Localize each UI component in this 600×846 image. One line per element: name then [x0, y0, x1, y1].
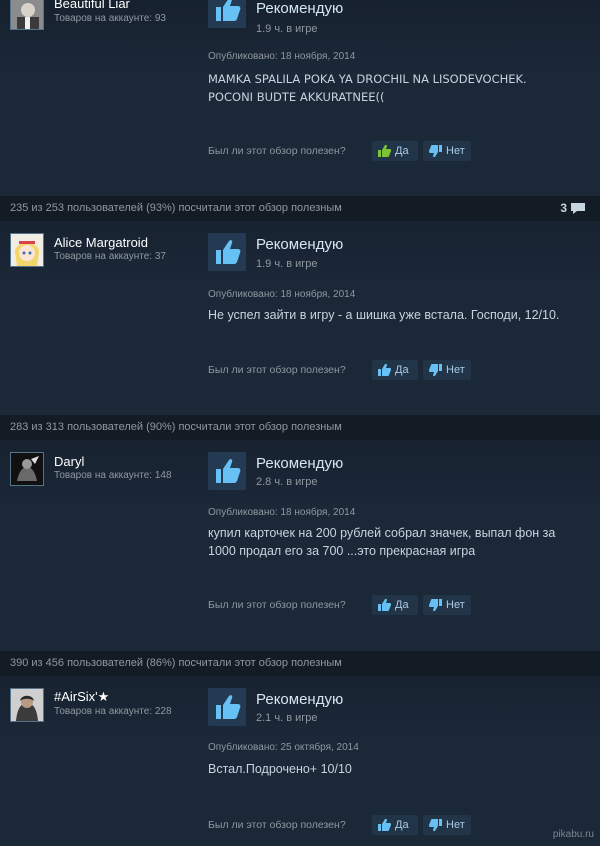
helpful-question: Был ли этот обзор полезен? [208, 364, 346, 376]
helpful-count: 390 из 456 пользователей (86%) посчитали… [10, 657, 342, 669]
thumbs-up-icon [378, 599, 391, 611]
vote-no-button[interactable]: Нет [423, 141, 471, 161]
author-name[interactable]: Daryl [54, 454, 84, 469]
posted-date: Опубликовано: 18 ноября, 2014 [208, 507, 356, 518]
vote-no-label: Нет [446, 364, 465, 376]
helpful-count: 283 из 313 пользователей (90%) посчитали… [10, 421, 342, 433]
review-text: MAMKA SPALILA POKA YA DROCHIL NA LISODEV… [208, 72, 527, 104]
review-text: Встал.Подрочено+ 10/10 [208, 762, 352, 776]
verdict: Рекомендую [256, 236, 344, 253]
verdict: Рекомендую [256, 0, 344, 17]
author-name[interactable]: Alice Margatroid [54, 235, 148, 250]
verdict: Рекомендую [256, 691, 344, 708]
posted-date: Опубликовано: 18 ноября, 2014 [208, 289, 356, 300]
thumbs-down-icon [429, 364, 442, 376]
thumbs-down-icon [429, 599, 442, 611]
vote-yes-label: Да [395, 145, 409, 157]
vote-yes-label: Да [395, 599, 409, 611]
review-header: 235 из 253 пользователей (93%) посчитали… [0, 196, 600, 221]
hours-played: 2.1 ч. в игре [256, 712, 318, 724]
review-text: Не успел зайти в игру - а шишка уже вста… [208, 308, 560, 322]
helpful-question: Был ли этот обзор полезен? [208, 599, 346, 611]
avatar[interactable] [10, 688, 44, 722]
products-count: Товаров на аккаунте: 93 [54, 13, 166, 24]
vote-no-label: Нет [446, 599, 465, 611]
review-card: Beautiful Liar Товаров на аккаунте: 93 Р… [0, 0, 600, 180]
vote-yes-button[interactable]: Да [372, 595, 418, 615]
hours-played: 1.9 ч. в игре [256, 23, 318, 35]
vote-yes-button[interactable]: Да [372, 815, 418, 835]
thumbs-up-icon [208, 452, 246, 490]
review-card: 235 из 253 пользователей (93%) посчитали… [0, 196, 600, 394]
vote-yes-label: Да [395, 364, 409, 376]
vote-no-button[interactable]: Нет [423, 595, 471, 615]
helpful-question: Был ли этот обзор полезен? [208, 819, 346, 831]
avatar[interactable] [10, 233, 44, 267]
author-name[interactable]: Beautiful Liar [54, 0, 130, 11]
vote-no-button[interactable]: Нет [423, 815, 471, 835]
vote-yes-button[interactable]: Да [372, 360, 418, 380]
verdict: Рекомендую [256, 455, 344, 472]
avatar[interactable] [10, 452, 44, 486]
vote-no-label: Нет [446, 145, 465, 157]
thumbs-up-icon [208, 688, 246, 726]
thumbs-down-icon [429, 819, 442, 831]
helpful-count: 235 из 253 пользователей (93%) посчитали… [10, 202, 342, 214]
comments-count: 3 [560, 201, 567, 215]
products-count: Товаров на аккаунте: 148 [54, 470, 172, 481]
thumbs-up-icon [378, 145, 391, 157]
review-header: 390 из 456 пользователей (86%) посчитали… [0, 651, 600, 676]
thumbs-up-icon [208, 233, 246, 271]
thumbs-down-icon [429, 145, 442, 157]
vote-yes-button[interactable]: Да [372, 141, 418, 161]
review-card: 390 из 456 пользователей (86%) посчитали… [0, 651, 600, 846]
comments-link[interactable]: 3 [560, 201, 586, 215]
vote-no-label: Нет [446, 819, 465, 831]
helpful-question: Был ли этот обзор полезен? [208, 145, 346, 157]
vote-yes-label: Да [395, 819, 409, 831]
products-count: Товаров на аккаунте: 37 [54, 251, 166, 262]
thumbs-up-icon [378, 364, 391, 376]
posted-date: Опубликовано: 18 ноября, 2014 [208, 51, 356, 62]
speech-bubble-icon [571, 202, 585, 214]
vote-no-button[interactable]: Нет [423, 360, 471, 380]
avatar[interactable] [10, 0, 44, 30]
watermark: pikabu.ru [552, 829, 594, 840]
review-card: 283 из 313 пользователей (90%) посчитали… [0, 415, 600, 630]
thumbs-up-icon [378, 819, 391, 831]
review-header: 283 из 313 пользователей (90%) посчитали… [0, 415, 600, 440]
author-name[interactable]: #AirSix'★ [54, 689, 109, 705]
products-count: Товаров на аккаунте: 228 [54, 706, 172, 717]
thumbs-up-icon [208, 0, 246, 28]
hours-played: 1.9 ч. в игре [256, 258, 318, 270]
review-text: купил карточек на 200 рублей собрал знач… [208, 526, 556, 558]
posted-date: Опубликовано: 25 октября, 2014 [208, 742, 359, 753]
hours-played: 2.8 ч. в игре [256, 476, 318, 488]
